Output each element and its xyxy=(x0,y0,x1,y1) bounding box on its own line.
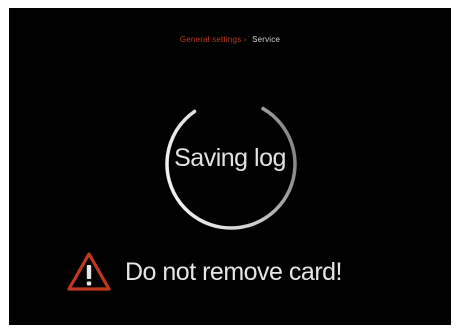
device-frame: General settings › Service Saving log Do… xyxy=(0,0,461,333)
warning-message: Do not remove card! xyxy=(125,257,343,286)
status-label: Saving log xyxy=(174,144,286,172)
warning-triangle-icon xyxy=(67,252,111,291)
warning-row: Do not remove card! xyxy=(67,250,343,294)
breadcrumb-current: Service xyxy=(252,35,281,44)
breadcrumb: General settings › Service xyxy=(9,35,451,44)
device-screen: General settings › Service Saving log Do… xyxy=(9,8,451,325)
breadcrumb-separator: › xyxy=(243,35,247,44)
breadcrumb-parent: General settings xyxy=(179,35,242,44)
